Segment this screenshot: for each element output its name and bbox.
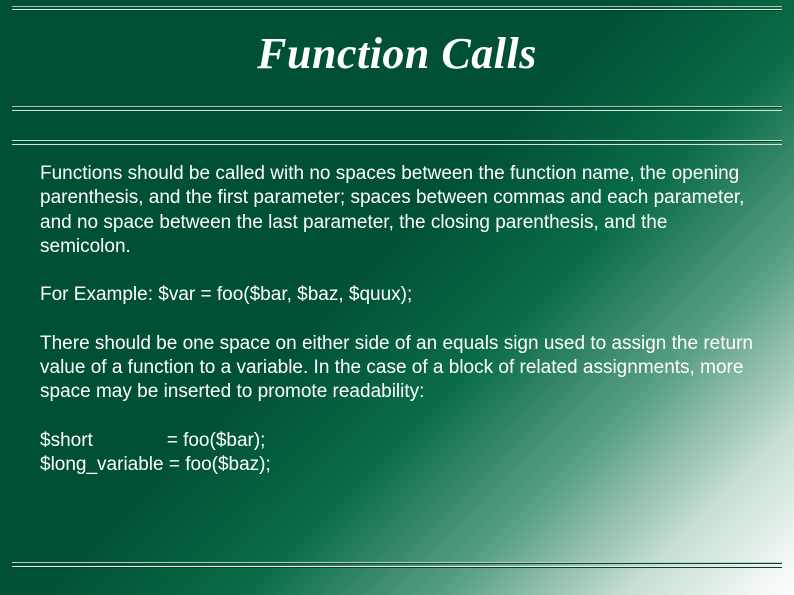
divider xyxy=(12,140,782,142)
slide-body: Functions should be called with no space… xyxy=(40,162,754,477)
divider xyxy=(12,6,782,7)
divider xyxy=(12,110,782,111)
divider xyxy=(12,106,782,108)
divider xyxy=(12,144,782,145)
divider xyxy=(12,566,782,568)
body-example: For Example: $var = foo($bar, $baz, $quu… xyxy=(40,283,754,307)
body-paragraph: Functions should be called with no space… xyxy=(40,162,754,259)
divider xyxy=(12,9,782,11)
slide: Function Calls Functions should be calle… xyxy=(0,0,794,595)
body-paragraph: There should be one space on either side… xyxy=(40,332,754,405)
slide-title: Function Calls xyxy=(0,28,794,79)
body-code-block: $short = foo($bar); $long_variable = foo… xyxy=(40,429,754,478)
divider xyxy=(12,562,782,564)
